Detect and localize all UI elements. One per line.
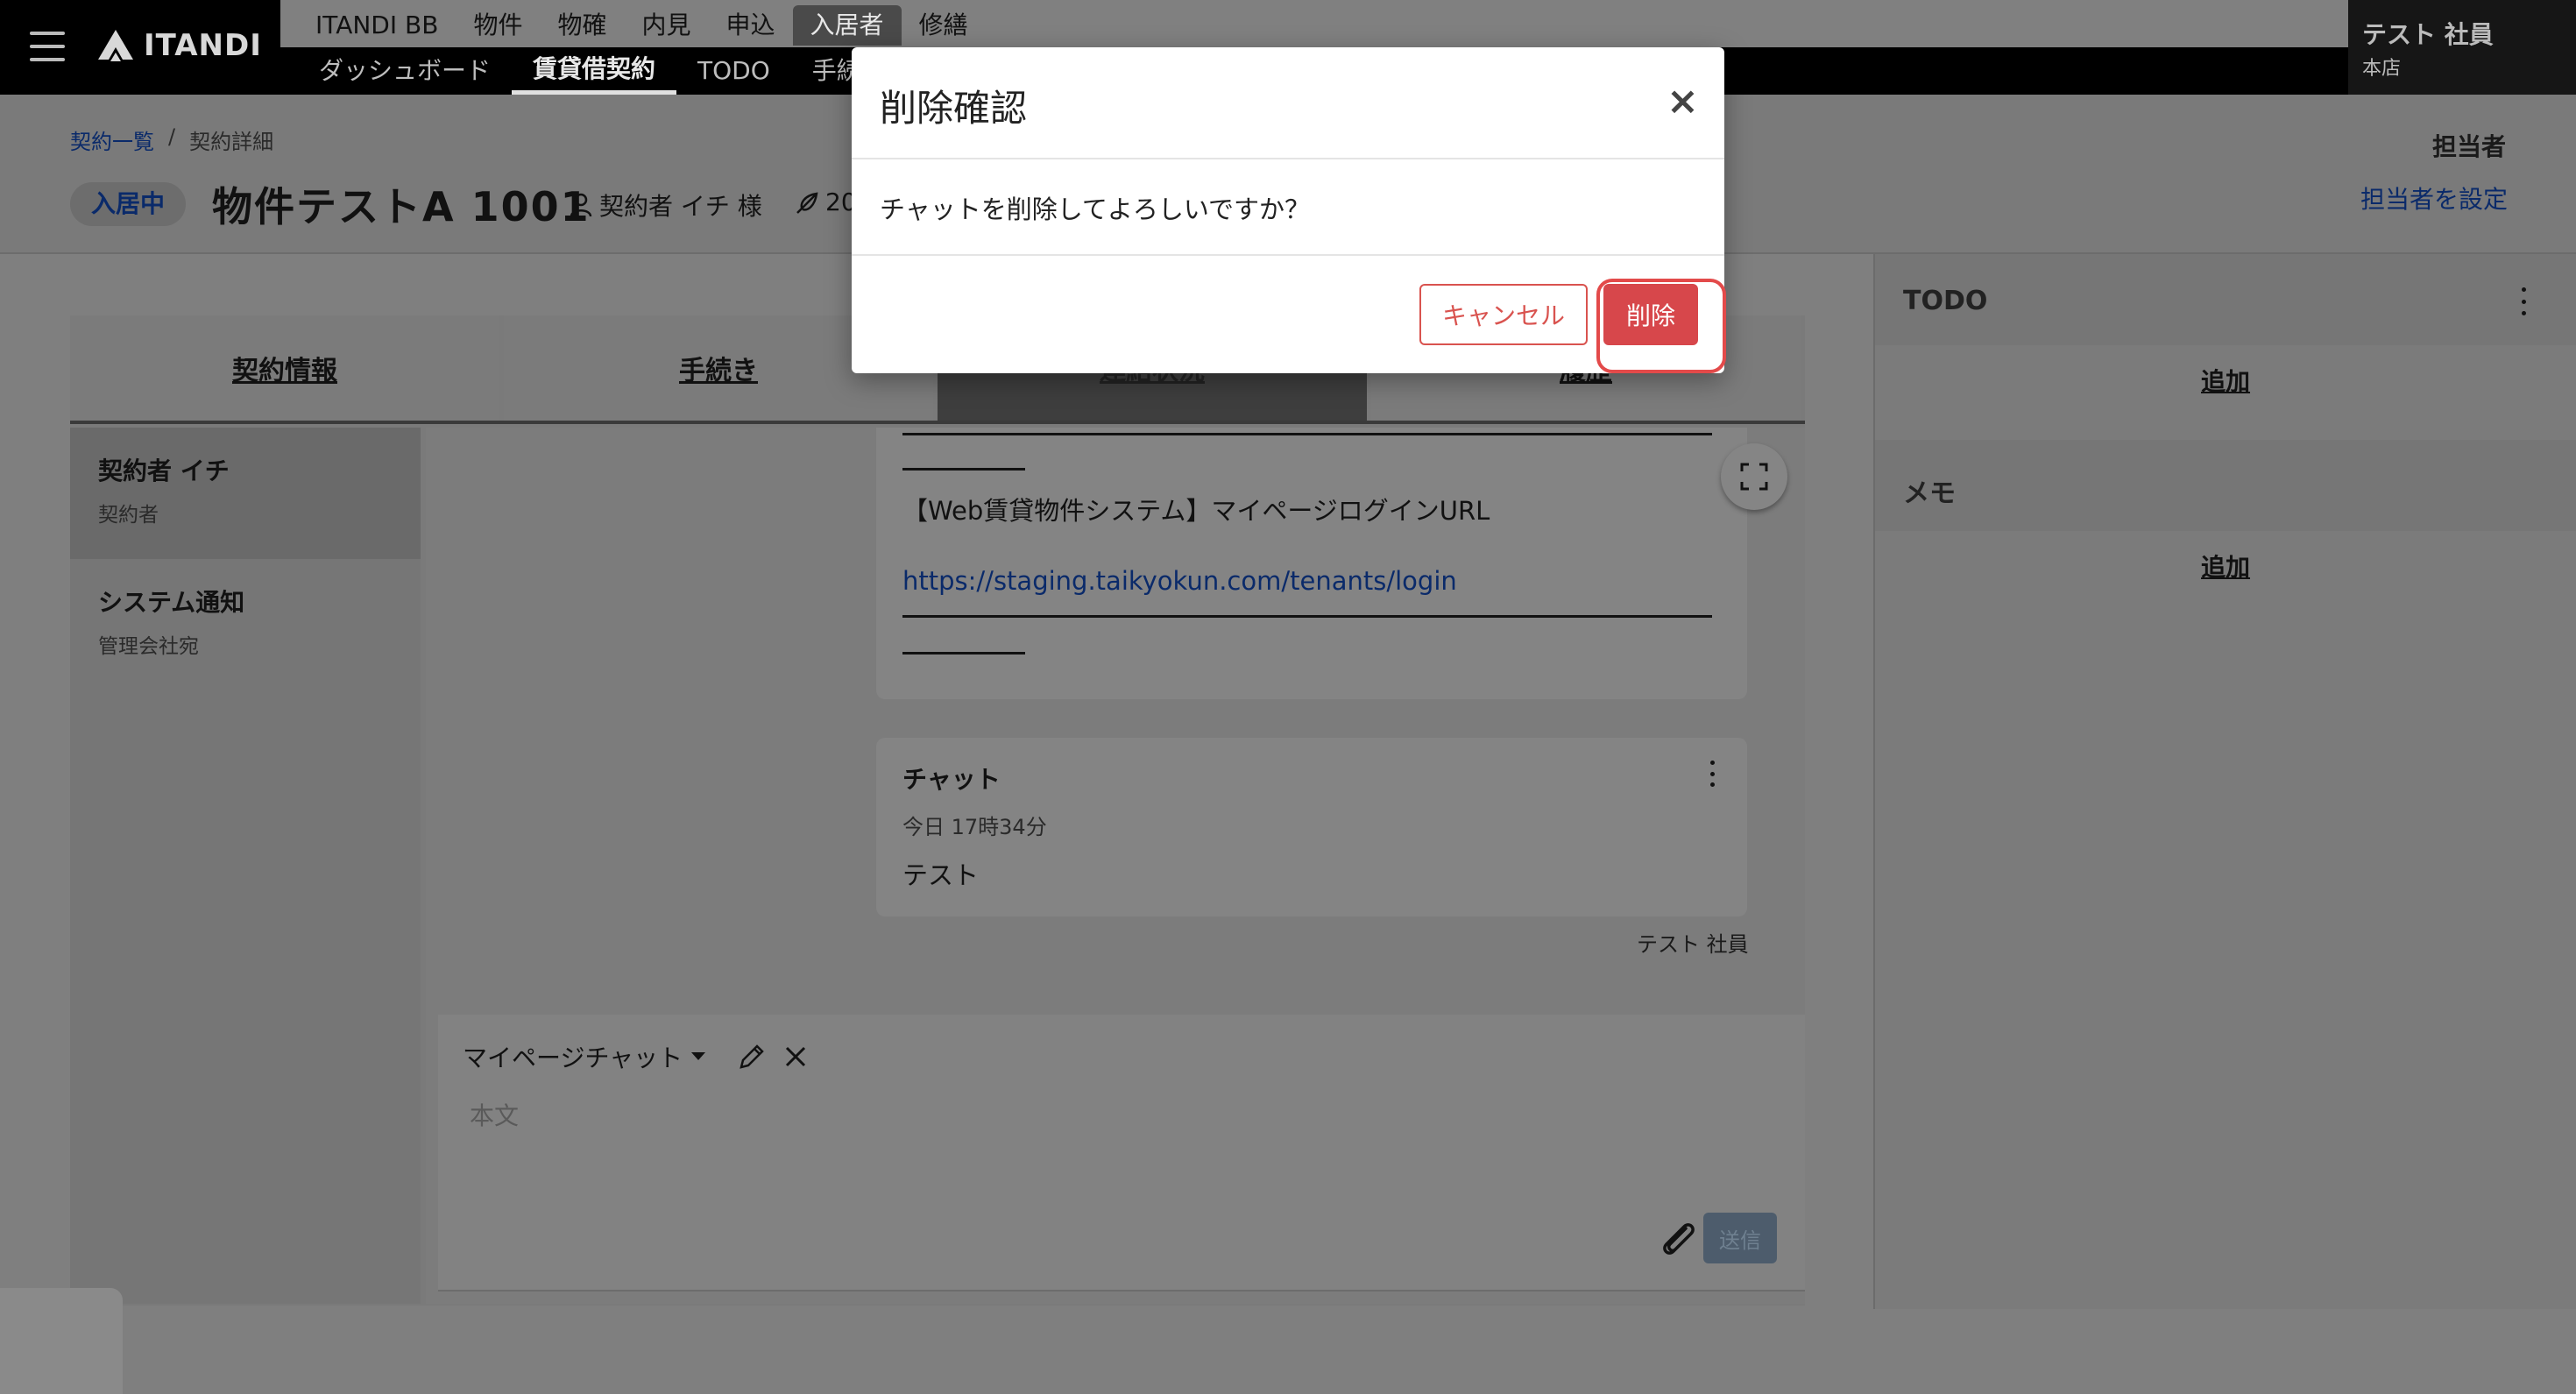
tab-contract-info[interactable]: 契約情報 (70, 315, 499, 421)
user-branch: 本店 (2362, 58, 2402, 80)
delete-confirm-modal: 削除確認 × チャットを削除してよろしいですか？ キャンセル 削除 (852, 47, 1726, 373)
contractor-info: 契約者 イチ 様 (570, 188, 762, 223)
divider (902, 468, 1025, 471)
nav-moushikomi[interactable]: 申込 (708, 5, 792, 46)
memo-title: メモ (1903, 478, 1956, 509)
hamburger-menu-icon[interactable] (30, 32, 65, 61)
nav-itandi-bb[interactable]: ITANDI BB (298, 5, 456, 46)
caret-down-icon (691, 1052, 706, 1060)
nav-bukken[interactable]: 物件 (456, 5, 540, 46)
chat-type-dropdown[interactable]: マイページチャット (463, 1039, 706, 1074)
contact-name: システム通知 (98, 588, 245, 617)
status-badge: 入居中 (70, 182, 187, 226)
itandi-logo-icon (98, 30, 133, 61)
breadcrumb-current: 契約詳細 (189, 130, 274, 154)
subnav-todo[interactable]: TODO (676, 47, 791, 95)
divider (852, 254, 1724, 256)
nav-naiken[interactable]: 内見 (624, 5, 708, 46)
divider (902, 615, 1712, 618)
divider (902, 433, 1712, 435)
primary-nav: ITANDI BB 物件 物確 内見 申込 入居者 修繕 (298, 5, 986, 46)
nav-bukkaku[interactable]: 物確 (540, 5, 624, 46)
add-todo-link[interactable]: 追加 (2201, 363, 2250, 398)
contact-item-system[interactable]: システム通知 管理会社宛 (70, 559, 421, 690)
chat-message-body: テスト (902, 860, 980, 890)
subnav-dashboard[interactable]: ダッシュボード (298, 47, 512, 95)
close-icon[interactable]: × (1667, 82, 1699, 121)
breadcrumb-contract-list[interactable]: 契約一覧 (70, 124, 154, 155)
contact-list: 契約者 イチ 契約者 システム通知 管理会社宛 (70, 428, 421, 1304)
memo-header (1875, 440, 2576, 531)
todo-title: TODO (1903, 286, 1988, 316)
contact-role: 契約者 (98, 504, 159, 527)
meta-info: 20 (794, 188, 857, 216)
assignee-heading: 担当者 (2432, 132, 2507, 161)
login-url-link[interactable]: https://staging.taikyokun.com/tenants/lo… (902, 566, 1457, 596)
message-body-input[interactable]: 本文 (470, 1097, 519, 1132)
fullscreen-icon (1740, 463, 1768, 491)
cancel-button[interactable]: キャンセル (1419, 284, 1588, 345)
send-button[interactable]: 送信 (1703, 1213, 1777, 1263)
contact-name: 契約者 イチ (98, 456, 230, 485)
pencil-icon[interactable] (736, 1041, 768, 1072)
set-assignee-link[interactable]: 担当者を設定 (2360, 180, 2508, 216)
contact-role: 管理会社宛 (98, 635, 199, 658)
user-menu[interactable]: テスト 社員 本店 (2348, 0, 2576, 95)
person-icon (570, 193, 592, 217)
chat-type-label: マイページチャット (463, 1044, 683, 1072)
breadcrumb: 契約一覧 / 契約詳細 (70, 124, 273, 155)
logo-text: ITANDI (144, 28, 262, 63)
floating-widget[interactable] (0, 1288, 123, 1394)
nav-nyukyosha[interactable]: 入居者 (792, 5, 902, 46)
more-vertical-icon[interactable] (1702, 761, 1723, 787)
contact-item-contractor[interactable]: 契約者 イチ 契約者 (70, 428, 421, 559)
contractor-name: 契約者 イチ 様 (599, 192, 762, 221)
chat-message-title: チャット (902, 765, 1001, 794)
close-icon[interactable] (780, 1041, 811, 1072)
itandi-logo[interactable]: ITANDI (96, 26, 262, 65)
chat-message-sender: テスト 社員 (1637, 932, 1749, 957)
modal-message: チャットを削除してよろしいですか？ (880, 195, 1310, 224)
chat-message-time: 今日 17時34分 (902, 815, 1047, 839)
delete-button[interactable]: 削除 (1603, 284, 1698, 345)
expand-button[interactable] (1721, 443, 1787, 510)
modal-title: 削除確認 (880, 87, 1028, 130)
divider (902, 652, 1025, 655)
subnav-lease-contract[interactable]: 賃貸借契約 (512, 47, 677, 95)
user-name: テスト 社員 (2362, 20, 2494, 49)
more-vertical-icon[interactable] (2513, 287, 2534, 315)
page-title: 物件テストA 1001 (212, 183, 591, 230)
add-memo-link[interactable]: 追加 (2201, 548, 2250, 584)
nav-shuzen[interactable]: 修繕 (902, 5, 986, 46)
paperclip-icon[interactable] (1656, 1216, 1698, 1258)
quill-icon (796, 192, 818, 214)
message-title: 【Web賃貸物件システム】マイページログインURL (902, 496, 1490, 526)
right-panel (1873, 254, 2576, 1309)
breadcrumb-separator: / (168, 124, 176, 149)
